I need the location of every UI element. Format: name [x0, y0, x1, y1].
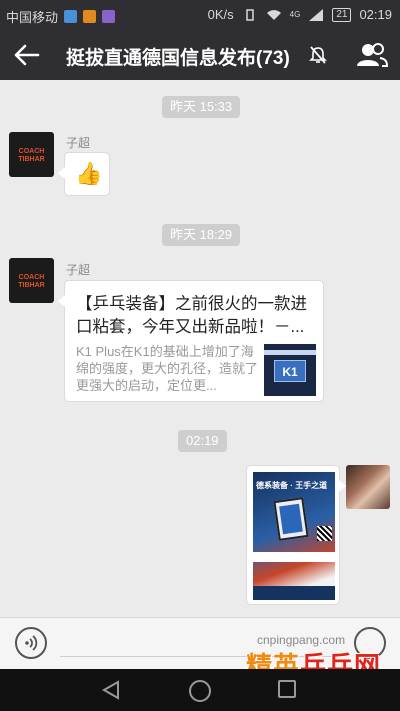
vibrate-icon — [245, 8, 254, 21]
poster-image: 德系装备 · 王手之道 — [253, 472, 335, 600]
carrier-label: 中国移动 — [6, 10, 59, 25]
people-icon[interactable] — [356, 40, 388, 70]
qr-code-icon — [317, 526, 332, 541]
self-avatar[interactable] — [346, 465, 390, 509]
sender-name: 子超 — [66, 136, 91, 150]
signal-icon — [309, 8, 324, 21]
message-bubble[interactable]: 👍 — [58, 152, 110, 196]
link-title: 【乒乓装备】之前很火的一款进口粘套，今年又出新品啦！－... — [76, 295, 307, 336]
timestamp: 昨天 15:33 — [162, 96, 241, 118]
nav-back-icon[interactable] — [101, 680, 121, 700]
bell-muted-icon — [309, 46, 327, 64]
arrow-left-icon[interactable] — [12, 41, 42, 69]
nav-home-icon[interactable] — [189, 680, 211, 702]
link-card[interactable]: 【乒乓装备】之前很火的一款进口粘套，今年又出新品啦！－... K1 Plus在K… — [58, 280, 324, 402]
app-notification-icon — [102, 10, 116, 23]
app-notification-icon — [64, 10, 78, 23]
thumbs-up-icon: 👍 — [75, 161, 103, 186]
battery-level: 21 — [332, 7, 352, 22]
status-bar: 中国移动 0K/s 4G 21 02:19 — [0, 0, 400, 30]
image-message[interactable]: 德系装备 · 王手之道 — [246, 465, 346, 605]
voice-icon[interactable] — [15, 627, 47, 659]
nav-recent-icon[interactable] — [278, 680, 296, 698]
wifi-icon — [266, 9, 281, 20]
network-type: 4G — [289, 10, 301, 19]
chat-header: 挺拔直通德国信息发布(73) — [0, 30, 400, 80]
timestamp: 昨天 18:29 — [162, 224, 241, 246]
network-speed: 0K/s — [207, 7, 234, 22]
avatar[interactable]: COACH TIBHAR — [9, 258, 54, 303]
avatar[interactable]: COACH TIBHAR — [9, 132, 54, 177]
chat-title: 挺拔直通德国信息发布(73) — [66, 48, 290, 69]
clock: 02:19 — [359, 7, 392, 22]
thumbnail-text: K1 — [274, 360, 306, 382]
link-thumbnail: K1 — [264, 344, 316, 396]
sender-name: 子超 — [66, 263, 91, 277]
app-notification-icon — [83, 10, 97, 23]
system-nav-bar — [0, 669, 400, 711]
timestamp: 02:19 — [178, 430, 227, 452]
link-description: K1 Plus在K1的基础上增加了海绵的强度，更大的孔径，造就了更强大的启动，定… — [76, 344, 259, 393]
watermark-url: cnpingpang.com — [257, 633, 346, 647]
poster-caption: 德系装备 · 王手之道 — [256, 481, 328, 490]
